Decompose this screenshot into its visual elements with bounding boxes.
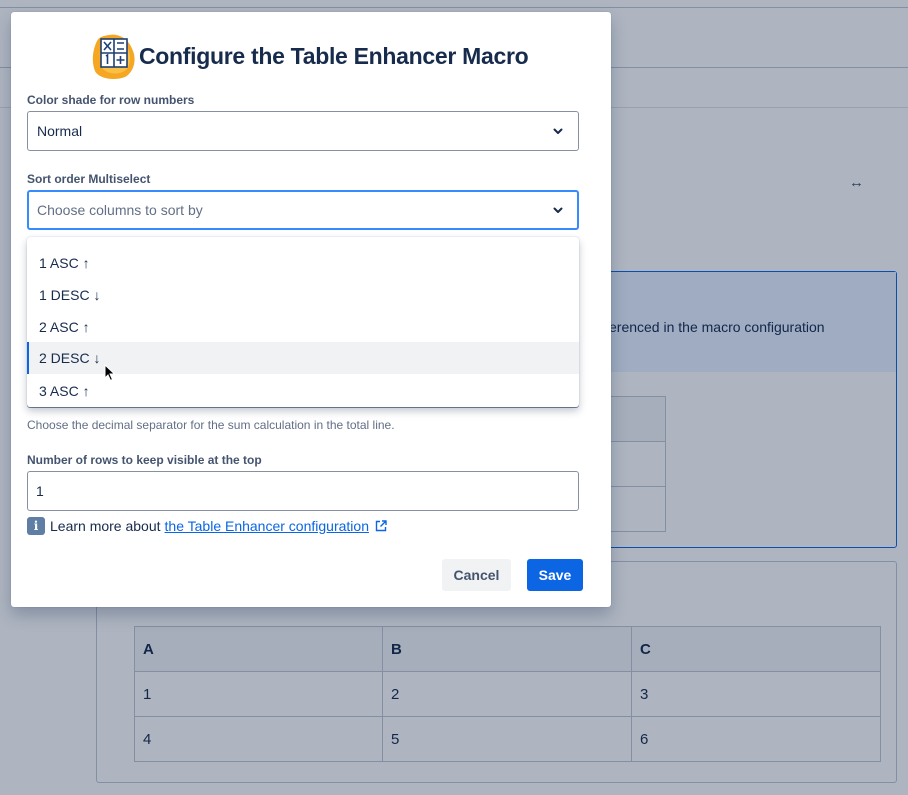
sort-order-label: Sort order Multiselect [27, 172, 151, 186]
page: ↔ erenced in the macro configuration C 3… [0, 0, 908, 795]
color-shade-label: Color shade for row numbers [27, 93, 195, 107]
color-shade-select[interactable]: Normal [27, 111, 579, 151]
configuration-link[interactable]: the Table Enhancer configuration [165, 518, 369, 534]
dialog-header: Configure the Table Enhancer Macro [89, 26, 529, 86]
learn-more-line: i Learn more about the Table Enhancer co… [27, 517, 388, 535]
sort-order-placeholder: Choose columns to sort by [37, 202, 203, 218]
cancel-button[interactable]: Cancel [442, 559, 511, 591]
info-icon: i [27, 517, 45, 535]
rows-visible-input[interactable]: 1 [27, 471, 579, 511]
chevron-down-icon [553, 128, 563, 134]
decimal-separator-hint: Choose the decimal separator for the sum… [27, 418, 395, 432]
learn-more-prefix: Learn more about [50, 518, 161, 534]
sort-order-multiselect[interactable]: Choose columns to sort by [27, 190, 579, 230]
save-button[interactable]: Save [527, 559, 583, 591]
mouse-cursor-icon [104, 364, 116, 382]
option-2-asc[interactable]: 2 ASC ↑ [27, 311, 579, 343]
chevron-down-icon [553, 207, 563, 213]
rows-visible-value: 1 [36, 483, 44, 499]
color-shade-value: Normal [37, 123, 83, 139]
option-1-asc[interactable]: 1 ASC ↑ [27, 247, 579, 279]
dialog-title: Configure the Table Enhancer Macro [139, 42, 529, 69]
table-enhancer-logo-icon [89, 31, 137, 81]
option-1-desc[interactable]: 1 DESC ↓ [27, 279, 579, 311]
rows-visible-label: Number of rows to keep visible at the to… [27, 453, 262, 467]
external-link-icon[interactable] [374, 519, 388, 533]
